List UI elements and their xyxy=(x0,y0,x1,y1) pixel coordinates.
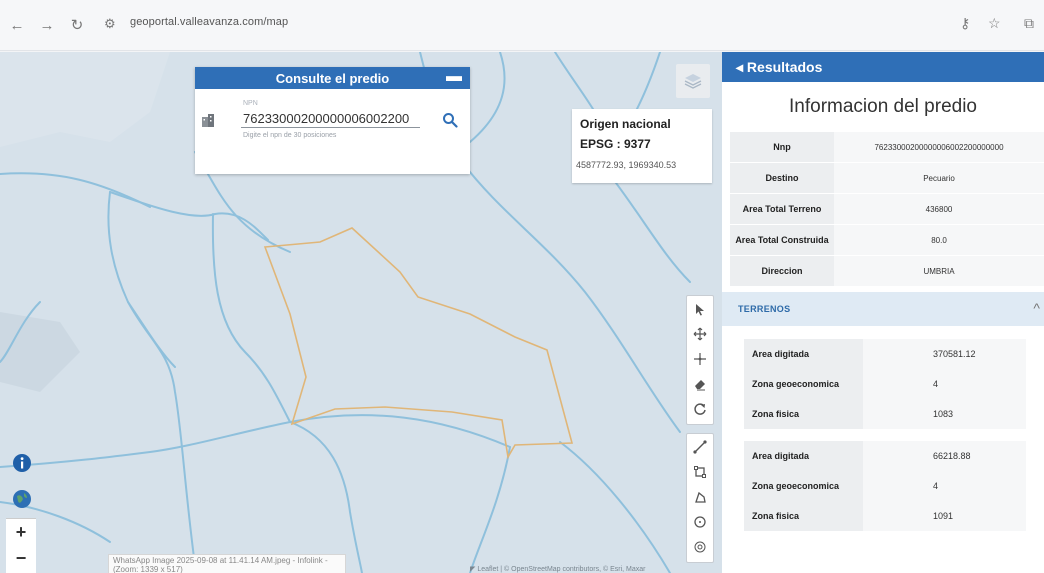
extension-icon[interactable]: ⧉ xyxy=(1024,15,1034,32)
target-icon xyxy=(694,541,706,552)
row-value: 4 xyxy=(863,369,1026,399)
terrenos-section-toggle[interactable]: TERRENOS ^ xyxy=(722,292,1044,326)
row-key: Zona fisica xyxy=(744,399,863,429)
bookmark-star-icon[interactable]: ☆ xyxy=(988,15,1001,32)
draw-line-tool[interactable] xyxy=(687,434,713,459)
row-key: Area digitada xyxy=(744,441,863,471)
row-value: 370581.12 xyxy=(863,339,1026,369)
reload-icon[interactable]: ↻ xyxy=(66,14,88,36)
terreno-table: Area digitada 66218.88 Zona geoeconomica… xyxy=(744,441,1026,531)
table-row: Area digitada 370581.12 xyxy=(744,339,1026,369)
cursor-arrow-icon xyxy=(696,303,704,315)
point-tool[interactable] xyxy=(687,346,713,371)
row-key: Zona fisica xyxy=(744,501,863,531)
search-icon[interactable] xyxy=(442,112,458,128)
table-row: Area digitada 66218.88 xyxy=(744,441,1026,471)
row-value: Pecuario xyxy=(834,162,1044,194)
forward-arrow-icon[interactable]: → xyxy=(36,14,58,36)
address-bar[interactable]: geoportal.valleavanza.com/map xyxy=(130,16,288,28)
file-tooltip: WhatsApp Image 2025-09-08 at 11.41.14 AM… xyxy=(108,554,346,573)
row-key: Destino xyxy=(730,162,834,194)
chevron-up-icon[interactable]: ^ xyxy=(1033,300,1040,316)
map-view[interactable]: Consulte el predio ▬ NPN Digite el npn d… xyxy=(0,52,722,573)
globe-icon xyxy=(13,490,31,508)
crosshair-icon xyxy=(694,352,706,365)
browser-toolbar: ← → ↻ ⚙ geoportal.valleavanza.com/map ⚷ … xyxy=(0,0,1044,51)
npn-field-label: NPN xyxy=(243,100,258,107)
minimize-icon[interactable]: ▬ xyxy=(446,68,462,86)
row-key: Nnp xyxy=(730,132,834,163)
key-icon[interactable]: ⚷ xyxy=(960,15,970,32)
layers-button[interactable] xyxy=(676,64,710,98)
row-value: 436800 xyxy=(834,193,1044,225)
row-key: Area Total Terreno xyxy=(730,193,834,225)
layers-icon xyxy=(684,74,702,89)
draw-polygon-tool[interactable] xyxy=(687,484,713,509)
pan-tool[interactable] xyxy=(687,321,713,346)
row-key: Zona geoeconomica xyxy=(744,471,863,501)
eraser-icon xyxy=(695,379,705,390)
table-row: Zona geoeconomica 4 xyxy=(744,369,1026,399)
table-row: Destino Pecuario xyxy=(730,162,1044,194)
search-panel: Consulte el predio ▬ NPN Digite el npn d… xyxy=(195,67,470,174)
row-value: 1083 xyxy=(863,399,1026,429)
origin-title: Origen nacional xyxy=(580,117,671,131)
table-row: Direccion UMBRIA xyxy=(730,255,1044,287)
row-key: Zona geoeconomica xyxy=(744,369,863,399)
zoom-control: + − xyxy=(6,518,36,573)
row-value: 1091 xyxy=(863,501,1026,531)
results-title: Informacion del predio xyxy=(789,96,977,117)
table-row: Nnp 76233000200000006002200000000 xyxy=(730,132,1044,163)
coordinate-readout: Origen nacional EPSG : 9377 4587772.93, … xyxy=(572,109,712,183)
map-attribution: ◤ Leaflet | © OpenStreetMap contributors… xyxy=(470,566,646,573)
move-icon xyxy=(693,327,707,340)
row-key: Area digitada xyxy=(744,339,863,369)
results-panel: ◂ Resultados Informacion del predio Nnp … xyxy=(722,52,1044,573)
table-row: Zona fisica 1091 xyxy=(744,501,1026,531)
drawing-toolbar xyxy=(686,433,714,563)
row-value: 76233000200000006002200000000 xyxy=(834,132,1044,163)
search-panel-title: Consulte el predio xyxy=(275,70,390,86)
npn-hint: Digite el npn de 30 posiciones xyxy=(243,132,337,139)
circle-icon xyxy=(694,515,706,528)
property-info-table: Nnp 76233000200000006002200000000 Destin… xyxy=(730,132,1044,287)
table-row: Area Total Terreno 436800 xyxy=(730,193,1044,225)
line-icon xyxy=(693,439,707,454)
info-button[interactable] xyxy=(8,449,36,477)
row-key: Area Total Construida xyxy=(730,224,834,256)
zoom-out-button[interactable]: − xyxy=(6,545,36,571)
row-value: UMBRIA xyxy=(834,255,1044,287)
terreno-table: Area digitada 370581.12 Zona geoeconomic… xyxy=(744,339,1026,429)
table-row: Area Total Construida 80.0 xyxy=(730,224,1044,256)
select-tool[interactable] xyxy=(687,296,713,321)
polygon-icon xyxy=(695,491,706,503)
basemap-button[interactable] xyxy=(8,485,36,513)
zoom-in-button[interactable]: + xyxy=(6,519,36,545)
refresh-tool[interactable] xyxy=(687,396,713,421)
navigation-toolbar xyxy=(686,295,714,425)
row-key: Direccion xyxy=(730,255,834,287)
results-back-button[interactable]: ◂ Resultados xyxy=(722,52,1044,82)
draw-circle-tool[interactable] xyxy=(687,509,713,534)
info-icon xyxy=(13,454,31,472)
row-value: 4 xyxy=(863,471,1026,501)
site-info-icon[interactable]: ⚙ xyxy=(104,16,116,32)
back-arrow-icon[interactable]: ← xyxy=(6,14,28,36)
building-icon xyxy=(202,114,214,127)
row-value: 66218.88 xyxy=(863,441,1026,471)
draw-rectangle-tool[interactable] xyxy=(687,459,713,484)
draw-marker-tool[interactable] xyxy=(687,534,713,559)
cursor-coordinates: 4587772.93, 1969340.53 xyxy=(576,160,677,170)
table-row: Zona geoeconomica 4 xyxy=(744,471,1026,501)
rectangle-icon xyxy=(694,465,706,478)
rotate-icon xyxy=(694,402,706,415)
terrenos-label: TERRENOS xyxy=(738,304,791,314)
row-value: 80.0 xyxy=(834,224,1044,256)
search-panel-header: Consulte el predio ▬ xyxy=(195,67,470,89)
epsg-code: EPSG : 9377 xyxy=(580,137,651,151)
erase-tool[interactable] xyxy=(687,371,713,396)
table-row: Zona fisica 1083 xyxy=(744,399,1026,429)
npn-search-input[interactable] xyxy=(241,109,420,128)
